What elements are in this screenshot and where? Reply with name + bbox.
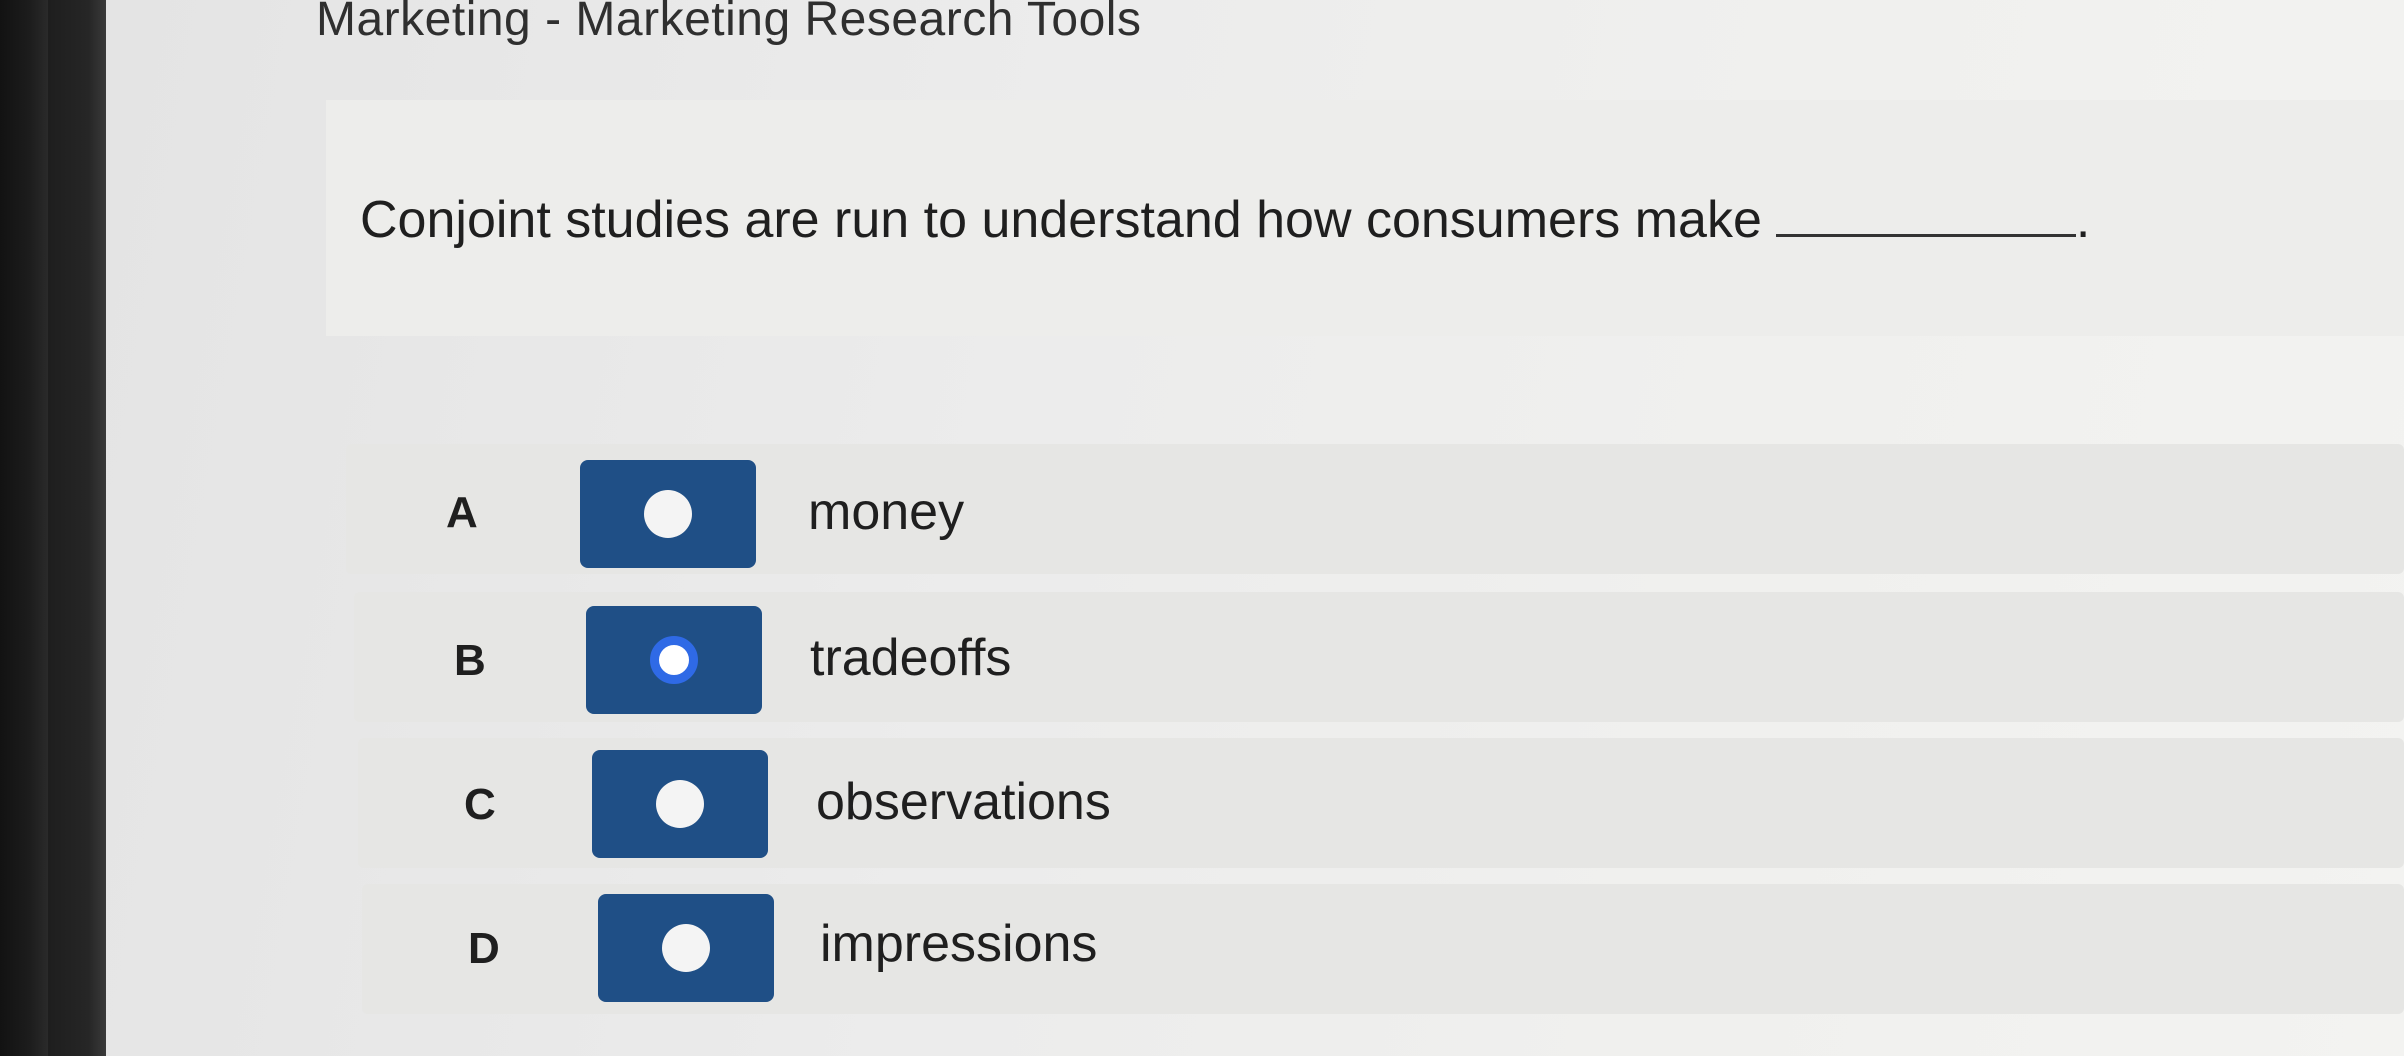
option-letter-a: A [446, 488, 478, 537]
question-stem: Conjoint studies are run to understand h… [360, 190, 2090, 250]
monitor-bezel [0, 0, 48, 1056]
radio-circle-icon [662, 924, 710, 972]
radio-button-b[interactable] [586, 606, 762, 714]
monitor-bezel-edge [48, 0, 106, 1056]
radio-button-a[interactable] [580, 460, 756, 568]
page-title: Marketing - Marketing Research Tools [316, 0, 1142, 46]
option-letter-d: D [468, 924, 500, 973]
question-text: Conjoint studies are run to understand h… [360, 191, 1762, 249]
option-letter-c: C [464, 780, 496, 829]
option-text-a: money [808, 483, 965, 541]
radio-button-c[interactable] [592, 750, 768, 858]
option-text-c: observations [816, 773, 1111, 831]
option-text-d: impressions [820, 915, 1098, 973]
radio-circle-icon [644, 490, 692, 538]
radio-selected-icon [650, 636, 698, 684]
answer-blank [1775, 192, 2076, 237]
option-letter-b: B [454, 636, 486, 685]
question-end-punct: . [2075, 191, 2091, 249]
radio-button-d[interactable] [598, 894, 774, 1002]
radio-circle-icon [656, 780, 704, 828]
option-text-b: tradeoffs [810, 629, 1012, 687]
